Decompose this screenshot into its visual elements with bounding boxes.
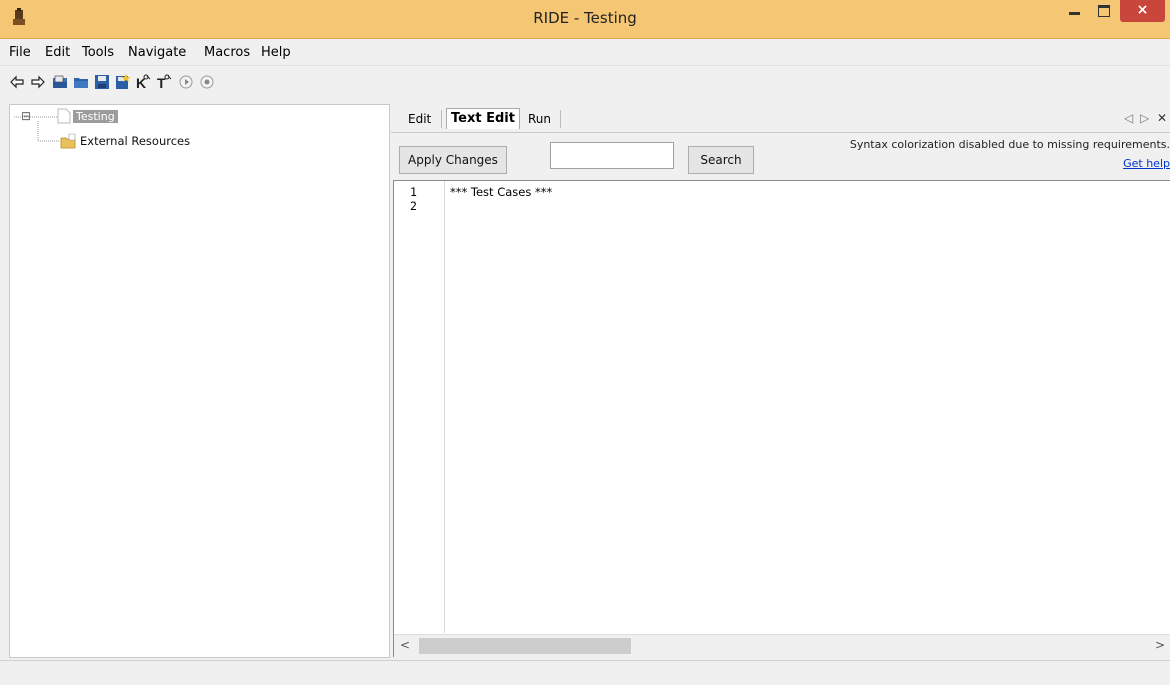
line-number-gutter: 1 2 [394, 181, 445, 633]
menu-file[interactable]: File [9, 45, 31, 60]
status-bar [0, 660, 1170, 685]
close-button[interactable]: × [1120, 0, 1165, 22]
line-number: 2 [410, 199, 417, 213]
open-directory-icon[interactable] [73, 74, 89, 90]
open-suite-icon[interactable] [52, 74, 68, 90]
apply-changes-button[interactable]: Apply Changes [399, 146, 507, 174]
editor-tabs: Edit Text Edit Run ◁ ▷ ✕ [391, 104, 1170, 133]
window-title: RIDE - Testing [533, 9, 637, 27]
search-button[interactable]: Search [688, 146, 754, 174]
scroll-left-icon[interactable]: < [400, 638, 410, 652]
tab-separator [441, 110, 442, 128]
menu-edit[interactable]: Edit [45, 45, 70, 60]
title-bar: RIDE - Testing × [0, 0, 1170, 39]
tab-close-icon[interactable]: ✕ [1157, 111, 1167, 125]
text-editor[interactable]: 1 2 *** Test Cases *** < > [393, 180, 1170, 657]
tree-item-external-resources[interactable]: External Resources [80, 133, 190, 149]
close-icon: × [1136, 2, 1149, 18]
scroll-right-icon[interactable]: > [1155, 638, 1165, 652]
menu-navigate[interactable]: Navigate [128, 45, 186, 60]
stop-icon[interactable] [199, 74, 215, 90]
external-resources-folder-icon [60, 133, 76, 149]
save-icon[interactable] [94, 74, 110, 90]
project-tree: ⊟ Testing External Resources [9, 104, 390, 658]
scrollbar-thumb[interactable] [419, 638, 631, 654]
syntax-warning-message: Syntax colorization disabled due to miss… [849, 138, 1170, 151]
tab-separator [560, 110, 561, 128]
tab-run[interactable]: Run [524, 111, 555, 127]
horizontal-scrollbar[interactable]: < > [394, 634, 1170, 657]
menu-tools[interactable]: Tools [82, 45, 114, 60]
get-help-link[interactable]: Get help [1123, 157, 1170, 170]
ride-window: RIDE - Testing × File Edit Tools Navigat… [0, 0, 1170, 685]
tree-item-testing-label: Testing [73, 110, 118, 123]
forward-arrow-icon[interactable] [30, 74, 46, 90]
minimize-button[interactable] [1062, 0, 1088, 22]
tree-item-testing[interactable]: Testing [73, 108, 118, 124]
back-arrow-icon[interactable] [9, 74, 25, 90]
collapse-toggle-icon[interactable]: ⊟ [21, 109, 33, 123]
tab-text-edit[interactable]: Text Edit [446, 108, 520, 129]
toolbar: K T [0, 66, 1170, 96]
run-icon[interactable] [178, 74, 194, 90]
tab-scroll-right-icon[interactable]: ▷ [1140, 111, 1149, 125]
maximize-button[interactable] [1091, 0, 1117, 22]
tab-edit[interactable]: Edit [404, 111, 435, 127]
search-tests-icon[interactable]: T [157, 74, 173, 90]
save-all-icon[interactable] [115, 74, 131, 90]
tab-scroll-left-icon[interactable]: ◁ [1124, 111, 1133, 125]
code-line[interactable]: *** Test Cases *** [450, 185, 552, 199]
svg-text:K: K [136, 75, 146, 90]
search-keywords-icon[interactable]: K [136, 74, 152, 90]
editor-panel: Edit Text Edit Run ◁ ▷ ✕ Apply Changes S… [391, 104, 1170, 657]
line-number: 1 [410, 185, 417, 199]
menu-help[interactable]: Help [261, 45, 291, 60]
menu-bar: File Edit Tools Navigate Macros Help [0, 39, 1170, 66]
suite-file-icon [57, 108, 71, 124]
tree-item-external-resources-label: External Resources [80, 134, 191, 148]
search-input[interactable] [550, 142, 674, 169]
menu-macros[interactable]: Macros [204, 45, 250, 60]
